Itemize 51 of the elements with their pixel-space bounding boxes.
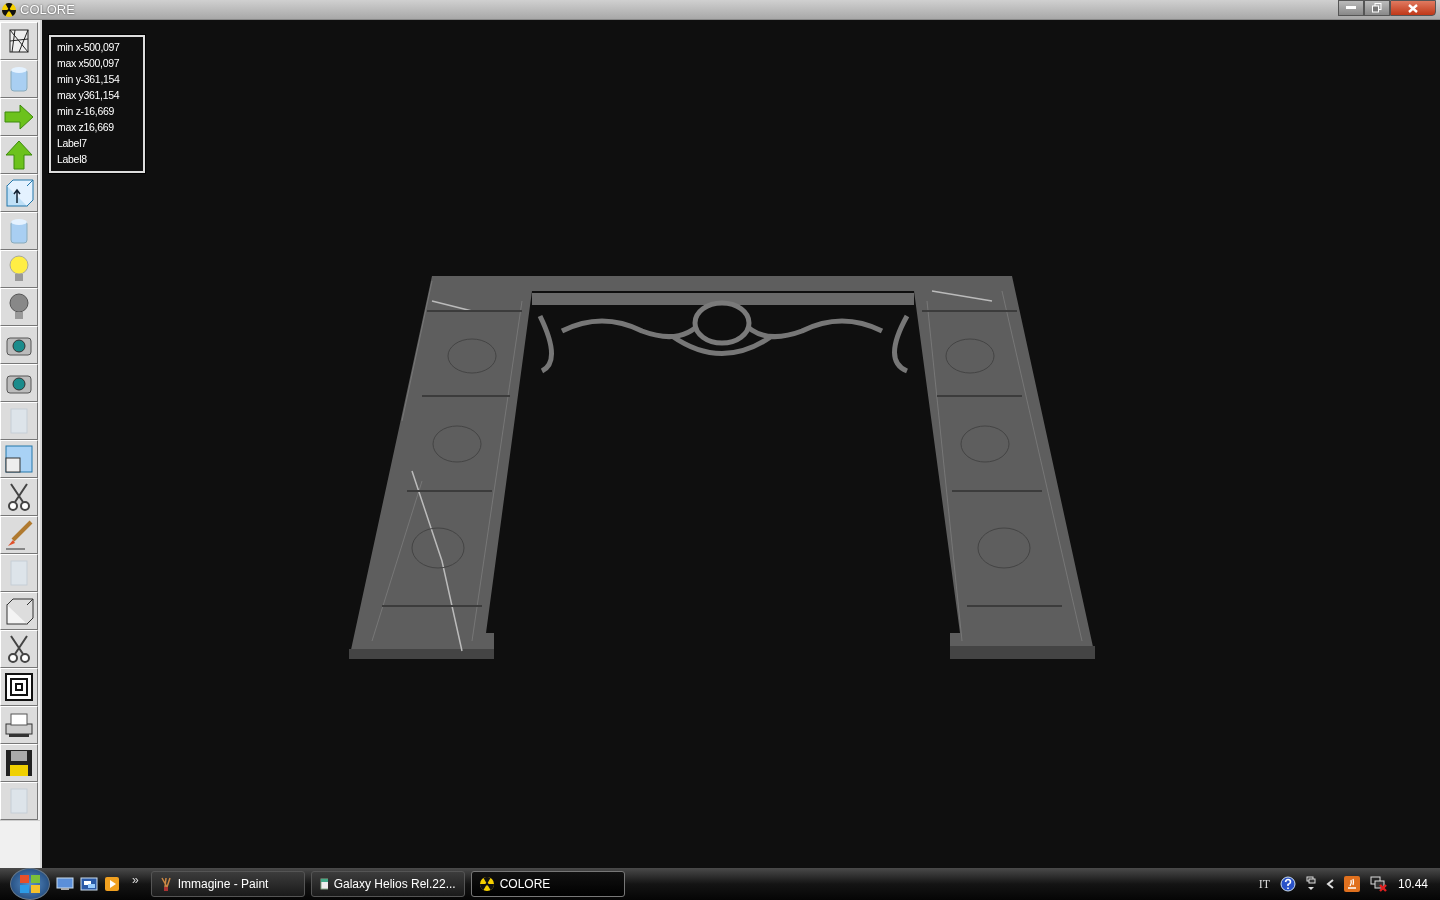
start-button[interactable]: [10, 868, 50, 900]
coordinate-label: max y361,154: [57, 88, 119, 103]
minimize-icon: [1346, 6, 1356, 10]
taskbar-button[interactable]: Immagine - Paint: [150, 871, 305, 897]
network-disconnected-icon[interactable]: [1369, 876, 1388, 892]
paintbrush-icon: [159, 877, 172, 891]
close-button[interactable]: [1390, 0, 1436, 16]
coordinate-label: min z-16,669: [57, 104, 116, 119]
coordinate-label: max z16,669: [57, 120, 115, 135]
restore-icon: [1372, 3, 1382, 13]
windows-icon[interactable]: [80, 877, 98, 891]
cube-icon: [3, 595, 35, 627]
windows-logo-icon: [19, 874, 41, 894]
desktop-icon[interactable]: [56, 877, 74, 891]
arrow-up-icon: [3, 139, 35, 171]
tool-button[interactable]: [0, 706, 38, 744]
window-icon: [319, 878, 328, 890]
tool-button[interactable]: [0, 326, 38, 364]
tool-button[interactable]: [0, 630, 38, 668]
minimize-button[interactable]: [1338, 0, 1364, 16]
arrow-right-icon: [3, 101, 35, 133]
coordinate-label: min y-361,154: [57, 72, 119, 87]
cube-arrow-icon: [3, 177, 35, 209]
paintbrush-icon: [3, 519, 35, 551]
tool-button[interactable]: [0, 478, 38, 516]
tool-button[interactable]: [0, 174, 38, 212]
radiation-icon: [2, 2, 16, 17]
restore-button[interactable]: [1364, 0, 1390, 16]
media-player-icon[interactable]: [104, 876, 120, 892]
window-title: COLORE: [20, 2, 75, 17]
more-button[interactable]: »: [132, 873, 139, 887]
radiation-icon: [479, 877, 494, 891]
coordinate-label: max x500,097: [57, 56, 119, 71]
clock[interactable]: 10.44: [1397, 877, 1428, 891]
java-icon[interactable]: [1343, 876, 1360, 892]
close-icon: [1408, 3, 1418, 13]
taskbar-button[interactable]: Galaxy Helios Rel.22...: [310, 871, 465, 897]
coordinate-label: Label8: [57, 152, 88, 167]
tool-button[interactable]: [0, 668, 38, 706]
tool-button[interactable]: [0, 364, 38, 402]
concentric-squares-icon: [3, 671, 35, 703]
tool-button[interactable]: [0, 22, 38, 60]
coordinate-label: min x-500,097: [57, 40, 119, 55]
window-layout-icon: [3, 443, 35, 475]
taskbar-button[interactable]: COLORE: [470, 871, 625, 897]
help-icon[interactable]: [1279, 876, 1296, 892]
chevron-left-icon[interactable]: [1325, 879, 1334, 889]
windows-icon[interactable]: [1305, 876, 1316, 892]
coordinate-label: Label7: [57, 136, 88, 151]
tool-button[interactable]: [0, 744, 38, 782]
language-indicator[interactable]: IT: [1258, 876, 1270, 892]
